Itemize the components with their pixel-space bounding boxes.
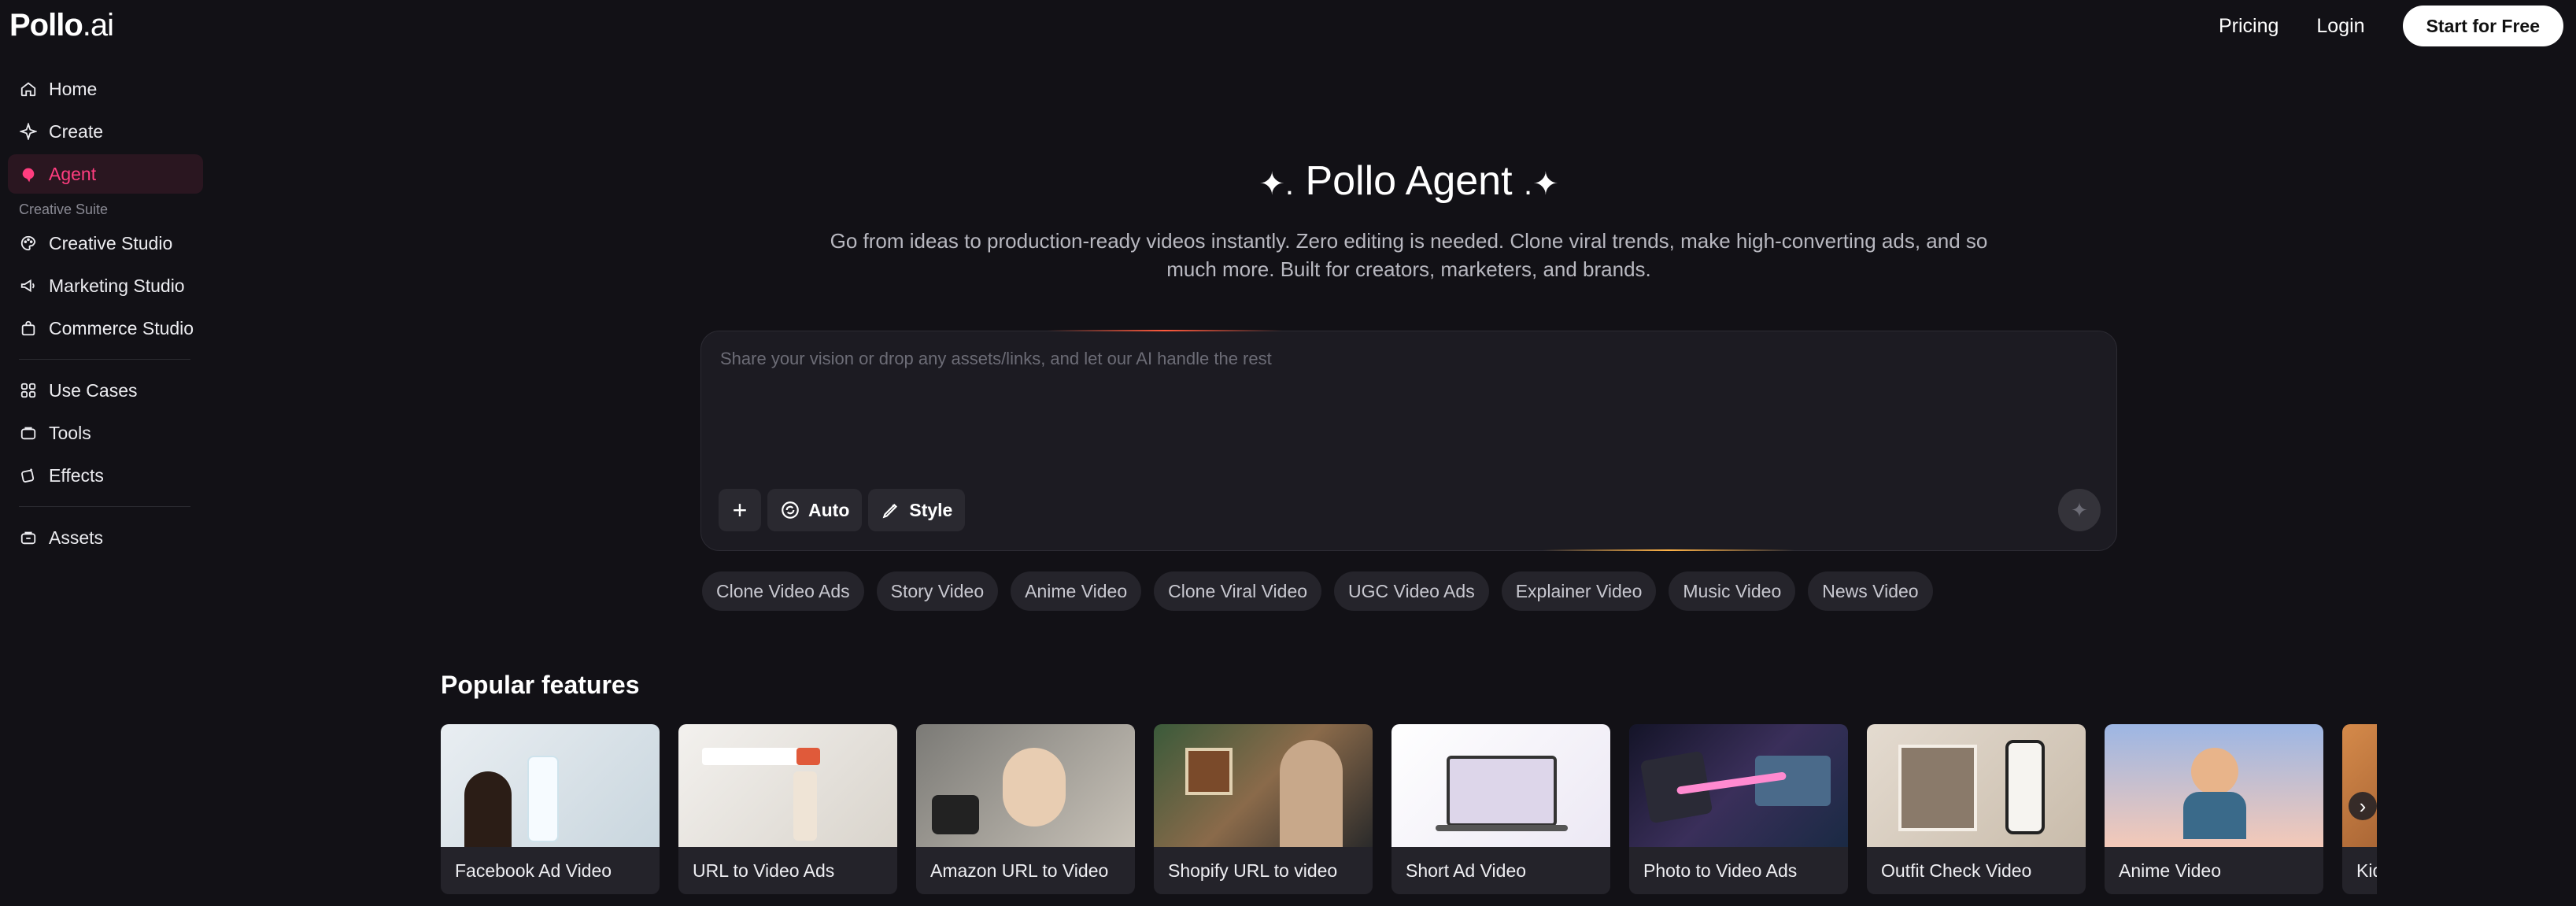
feature-thumbnail <box>1867 724 2086 847</box>
feature-card[interactable]: Facebook Ad Video <box>441 724 660 894</box>
feature-thumbnail <box>916 724 1135 847</box>
feature-thumbnail <box>441 724 660 847</box>
sparkle-icon <box>19 122 38 141</box>
brush-icon <box>882 503 898 519</box>
add-asset-button[interactable]: + <box>719 489 761 531</box>
page-subtitle: Go from ideas to production-ready videos… <box>830 229 1988 281</box>
style-button[interactable]: Style <box>868 489 966 531</box>
page-title: ✦. Pollo Agent .✦ <box>0 157 2576 205</box>
top-nav: Pricing Login Start for Free <box>2219 5 2563 47</box>
effects-icon <box>19 466 38 485</box>
suggestion-chips: Clone Video Ads Story Video Anime Video … <box>702 571 1933 611</box>
auto-button[interactable]: Auto <box>767 489 863 531</box>
prompt-input[interactable]: Share your vision or drop any assets/lin… <box>720 349 1272 369</box>
logo[interactable]: Pollo.ai <box>9 8 114 43</box>
sidebar-item-label: Use Cases <box>49 379 138 401</box>
palette-icon <box>19 234 38 253</box>
pricing-link[interactable]: Pricing <box>2219 15 2278 38</box>
sidebar-item-tools[interactable]: Tools <box>8 413 203 453</box>
sparkle-right-icon: .✦ <box>1524 167 1559 202</box>
sidebar-divider <box>19 359 190 360</box>
folder-icon <box>19 528 38 547</box>
feature-card-label: Outfit Check Video <box>1881 860 2032 881</box>
sidebar-item-effects[interactable]: Effects <box>8 456 203 495</box>
sidebar-item-label: Marketing Studio <box>49 275 185 296</box>
auto-label: Auto <box>808 499 850 520</box>
feature-card[interactable]: Amazon URL to Video <box>916 724 1135 894</box>
style-label: Style <box>909 499 953 520</box>
sparkle-send-icon: ✦ <box>2071 497 2088 522</box>
feature-card[interactable]: URL to Video Ads <box>678 724 897 894</box>
feature-card[interactable]: Outfit Check Video <box>1867 724 2086 894</box>
auto-icon <box>782 501 799 519</box>
feature-thumbnail <box>2105 724 2323 847</box>
sidebar-item-creative-studio[interactable]: Creative Studio <box>8 224 203 263</box>
feature-card-label: Shopify URL to video <box>1168 860 1338 881</box>
sidebar-item-label: Creative Studio <box>49 232 173 253</box>
chip-news-video[interactable]: News Video <box>1808 571 1933 611</box>
feature-card-label: URL to Video Ads <box>693 860 835 881</box>
chevron-right-icon: › <box>2359 793 2367 818</box>
glow-accent <box>1047 330 1283 331</box>
page-title-text: Pollo Agent <box>1305 158 1513 204</box>
sidebar-divider <box>19 506 190 507</box>
bag-icon <box>19 319 38 338</box>
feature-thumbnail <box>2342 724 2377 847</box>
feature-thumbnail <box>1391 724 1610 847</box>
sparkle-left-icon: ✦. <box>1258 167 1294 202</box>
sidebar-item-label: Commerce Studio <box>49 317 194 338</box>
feature-card-label: Photo to Video Ads <box>1643 860 1798 881</box>
chip-music-video[interactable]: Music Video <box>1669 571 1796 611</box>
feature-card-label: Short Ad Video <box>1406 860 1527 881</box>
megaphone-icon <box>19 276 38 295</box>
sidebar-item-label: Tools <box>49 422 91 443</box>
section-title-popular: Popular features <box>441 671 640 699</box>
feature-card[interactable]: Short Ad Video <box>1391 724 1610 894</box>
sidebar-item-label: Create <box>49 120 104 142</box>
toolbox-icon <box>19 423 38 442</box>
chip-ugc-video-ads[interactable]: UGC Video Ads <box>1334 571 1489 611</box>
sidebar-item-home[interactable]: Home <box>8 69 203 109</box>
prompt-toolbar: + Auto Style <box>719 489 966 531</box>
sidebar-item-label: Effects <box>49 464 104 486</box>
grid-icon <box>19 381 38 400</box>
feature-card[interactable]: Anime Video <box>2105 724 2323 894</box>
sidebar: Home Create Agent Creative Suite Creativ… <box>0 69 206 560</box>
feature-card[interactable]: Photo to Video Ads <box>1629 724 1848 894</box>
carousel-next-button[interactable]: › <box>2349 792 2377 820</box>
prompt-box[interactable]: Share your vision or drop any assets/lin… <box>700 331 2117 551</box>
generate-button[interactable]: ✦ <box>2058 489 2101 531</box>
feature-card-label: Kid <box>2356 860 2377 881</box>
glow-accent <box>1543 549 1794 551</box>
chip-explainer-video[interactable]: Explainer Video <box>1501 571 1657 611</box>
sidebar-item-create[interactable]: Create <box>8 112 203 151</box>
home-icon <box>19 80 38 98</box>
feature-card-label: Amazon URL to Video <box>930 860 1109 881</box>
sidebar-item-assets[interactable]: Assets <box>8 518 203 557</box>
feature-thumbnail <box>1154 724 1373 847</box>
feature-carousel: Facebook Ad Video URL to Video Ads Amazo… <box>441 724 2377 897</box>
sidebar-item-marketing-studio[interactable]: Marketing Studio <box>8 266 203 305</box>
sidebar-item-label: Assets <box>49 527 104 548</box>
feature-thumbnail <box>1629 724 1848 847</box>
feature-thumbnail <box>678 724 897 847</box>
chip-anime-video[interactable]: Anime Video <box>1011 571 1142 611</box>
start-for-free-button[interactable]: Start for Free <box>2402 6 2563 46</box>
feature-card-label: Facebook Ad Video <box>455 860 612 881</box>
login-link[interactable]: Login <box>2316 15 2364 38</box>
chip-story-video[interactable]: Story Video <box>876 571 999 611</box>
sidebar-item-commerce-studio[interactable]: Commerce Studio <box>8 309 203 348</box>
chip-clone-viral-video[interactable]: Clone Viral Video <box>1154 571 1322 611</box>
sidebar-item-label: Home <box>49 78 98 99</box>
feature-card[interactable]: Shopify URL to video <box>1154 724 1373 894</box>
sidebar-item-use-cases[interactable]: Use Cases <box>8 371 203 410</box>
chip-clone-video-ads[interactable]: Clone Video Ads <box>702 571 864 611</box>
feature-card-label: Anime Video <box>2119 860 2221 881</box>
